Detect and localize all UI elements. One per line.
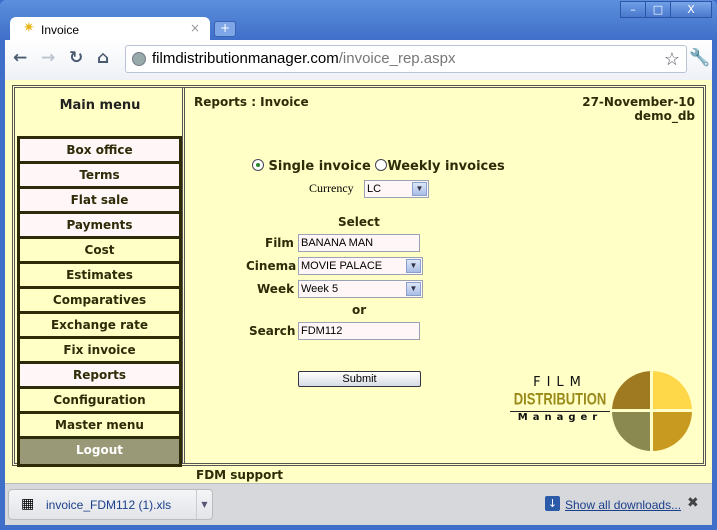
weekly-invoices-radio[interactable] bbox=[375, 159, 388, 171]
tab-title: Invoice bbox=[41, 23, 80, 37]
tab-close-icon[interactable]: × bbox=[190, 21, 200, 35]
wrench-icon[interactable]: 🔧 bbox=[689, 48, 710, 68]
sidebar-item-reports[interactable]: Reports bbox=[20, 364, 179, 389]
sidebar-item-terms[interactable]: Terms bbox=[20, 164, 179, 189]
url-host: filmdistributionmanager.com bbox=[152, 50, 339, 67]
invoice-type-group: Single invoice Weekly invoices bbox=[252, 159, 505, 174]
bookmark-star-icon[interactable]: ☆ bbox=[664, 46, 680, 72]
excel-file-icon: ▦ bbox=[21, 496, 35, 512]
chevron-down-icon[interactable]: ▼ bbox=[406, 259, 421, 273]
fdm-support-link[interactable]: FDM support bbox=[196, 468, 283, 482]
currency-label: Currency bbox=[309, 181, 354, 195]
sidebar-item-estimates[interactable]: Estimates bbox=[20, 264, 179, 289]
logo-globe bbox=[612, 371, 692, 451]
single-invoice-label: Single invoice bbox=[268, 159, 371, 174]
main-menu-title: Main menu bbox=[59, 98, 141, 113]
submit-button[interactable]: Submit bbox=[298, 371, 421, 387]
film-label: Film bbox=[265, 236, 294, 250]
cinema-select[interactable]: MOVIE PALACE ▼ bbox=[298, 257, 423, 275]
sidebar-item-comparatives[interactable]: Comparatives bbox=[20, 289, 179, 314]
browser-window: – □ X ✷ Invoice × + ← → ↻ ⌂ filmdistribu… bbox=[0, 0, 717, 530]
main-menu: Box office Terms Flat sale Payments Cost Esti… bbox=[17, 136, 182, 467]
sidebar-item-master-menu[interactable]: Master menu bbox=[20, 414, 179, 439]
star-favicon-icon: ✷ bbox=[23, 20, 35, 36]
download-menu-chevron-icon[interactable]: ▼ bbox=[196, 490, 212, 519]
chevron-down-icon[interactable]: ▼ bbox=[412, 182, 427, 196]
minimize-button[interactable]: – bbox=[620, 1, 646, 18]
or-label: or bbox=[352, 303, 367, 317]
globe-icon bbox=[132, 52, 146, 66]
browser-toolbar: ← → ↻ ⌂ filmdistributionmanager.com/invo… bbox=[5, 40, 712, 80]
sidebar-item-box-office[interactable]: Box office bbox=[20, 139, 179, 164]
date: 27-November-10 bbox=[582, 95, 695, 109]
film-input[interactable]: BANANA MAN bbox=[298, 234, 420, 252]
page-content: Main menu Box office Terms Flat sale Paymen… bbox=[5, 80, 712, 483]
currency-select[interactable]: LC ▼ bbox=[364, 180, 429, 198]
chevron-down-icon[interactable]: ▼ bbox=[406, 282, 421, 296]
week-label: Week bbox=[257, 282, 295, 296]
back-icon[interactable]: ← bbox=[13, 48, 27, 68]
download-shelf: ▦ invoice_FDM112 (1).xls ▼ ↓ Show all do… bbox=[5, 483, 712, 525]
close-shelf-icon[interactable]: ✖ bbox=[687, 495, 699, 511]
search-input[interactable]: FDM112 bbox=[298, 322, 420, 340]
sidebar-item-payments[interactable]: Payments bbox=[20, 214, 179, 239]
cinema-label: Cinema bbox=[246, 259, 297, 273]
address-bar[interactable]: filmdistributionmanager.com/invoice_rep.… bbox=[125, 45, 687, 73]
layout-table: Main menu Box office Terms Flat sale Paymen… bbox=[12, 85, 706, 467]
weekly-invoices-label: Weekly invoices bbox=[387, 159, 505, 174]
download-item[interactable]: ▦ invoice_FDM112 (1).xls ▼ bbox=[8, 489, 213, 520]
close-window-button[interactable]: X bbox=[670, 1, 712, 18]
week-select[interactable]: Week 5 ▼ bbox=[298, 280, 423, 298]
sidebar-item-fix-invoice[interactable]: Fix invoice bbox=[20, 339, 179, 364]
database-name: demo_db bbox=[634, 109, 695, 123]
reload-icon[interactable]: ↻ bbox=[69, 48, 83, 68]
maximize-button[interactable]: □ bbox=[645, 1, 671, 18]
show-all-downloads-link[interactable]: Show all downloads... bbox=[565, 498, 681, 512]
search-label: Search bbox=[249, 324, 296, 338]
download-filename: invoice_FDM112 (1).xls bbox=[46, 498, 172, 512]
main-panel: Reports : Invoice 27-November-10 demo_db… bbox=[188, 88, 703, 463]
new-tab-button[interactable]: + bbox=[214, 21, 236, 37]
select-heading: Select bbox=[338, 215, 380, 229]
forward-icon[interactable]: → bbox=[41, 48, 55, 68]
sidebar-item-exchange-rate[interactable]: Exchange rate bbox=[20, 314, 179, 339]
breadcrumb: Reports : Invoice bbox=[194, 95, 309, 109]
sidebar-item-cost[interactable]: Cost bbox=[20, 239, 179, 264]
sidebar-item-configuration[interactable]: Configuration bbox=[20, 389, 179, 414]
sidebar-item-flat-sale[interactable]: Flat sale bbox=[20, 189, 179, 214]
sidebar: Main menu Box office Terms Flat sale Paymen… bbox=[15, 88, 185, 467]
url-path: /invoice_rep.aspx bbox=[338, 50, 456, 67]
home-icon[interactable]: ⌂ bbox=[97, 48, 109, 68]
tab-invoice[interactable]: ✷ Invoice × bbox=[10, 17, 210, 41]
single-invoice-radio[interactable] bbox=[252, 159, 264, 171]
sidebar-item-logout[interactable]: Logout bbox=[20, 439, 179, 464]
fdm-logo: FILM DISTRIBUTION Manager bbox=[506, 371, 696, 461]
download-arrow-icon: ↓ bbox=[545, 496, 560, 511]
